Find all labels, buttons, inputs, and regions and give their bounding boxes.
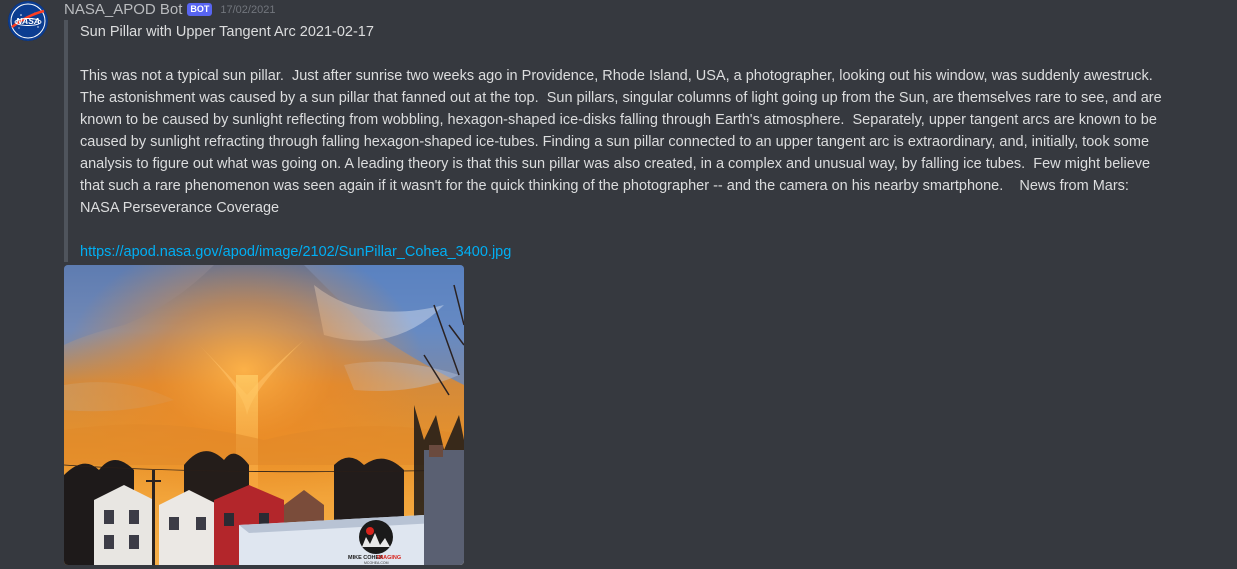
- embed-description: This was not a typical sun pillar. Just …: [80, 68, 1166, 216]
- username[interactable]: NASA_APOD Bot: [64, 0, 182, 20]
- svg-text:NASA: NASA: [16, 16, 40, 26]
- bot-badge: BOT: [187, 2, 213, 16]
- image-link[interactable]: https://apod.nasa.gov/apod/image/2102/Su…: [80, 241, 511, 263]
- embed-title: Sun Pillar with Upper Tangent Arc 2021-0…: [80, 24, 374, 40]
- avatar[interactable]: NASA: [8, 1, 48, 41]
- message-header: NASA_APOD Bot BOT 17/02/2021: [64, 0, 275, 20]
- embed-image[interactable]: MIKE COHEA IMAGING MCOHEA.COM: [64, 265, 464, 565]
- nasa-logo-icon: NASA: [8, 1, 48, 41]
- embed: Sun Pillar with Upper Tangent Arc 2021-0…: [64, 20, 1234, 262]
- timestamp[interactable]: 17/02/2021: [220, 0, 275, 20]
- chat-message: NASA NASA_APOD Bot BOT 17/02/2021 Sun Pi…: [0, 0, 1237, 569]
- watermark-site: MCOHEA.COM: [364, 561, 389, 565]
